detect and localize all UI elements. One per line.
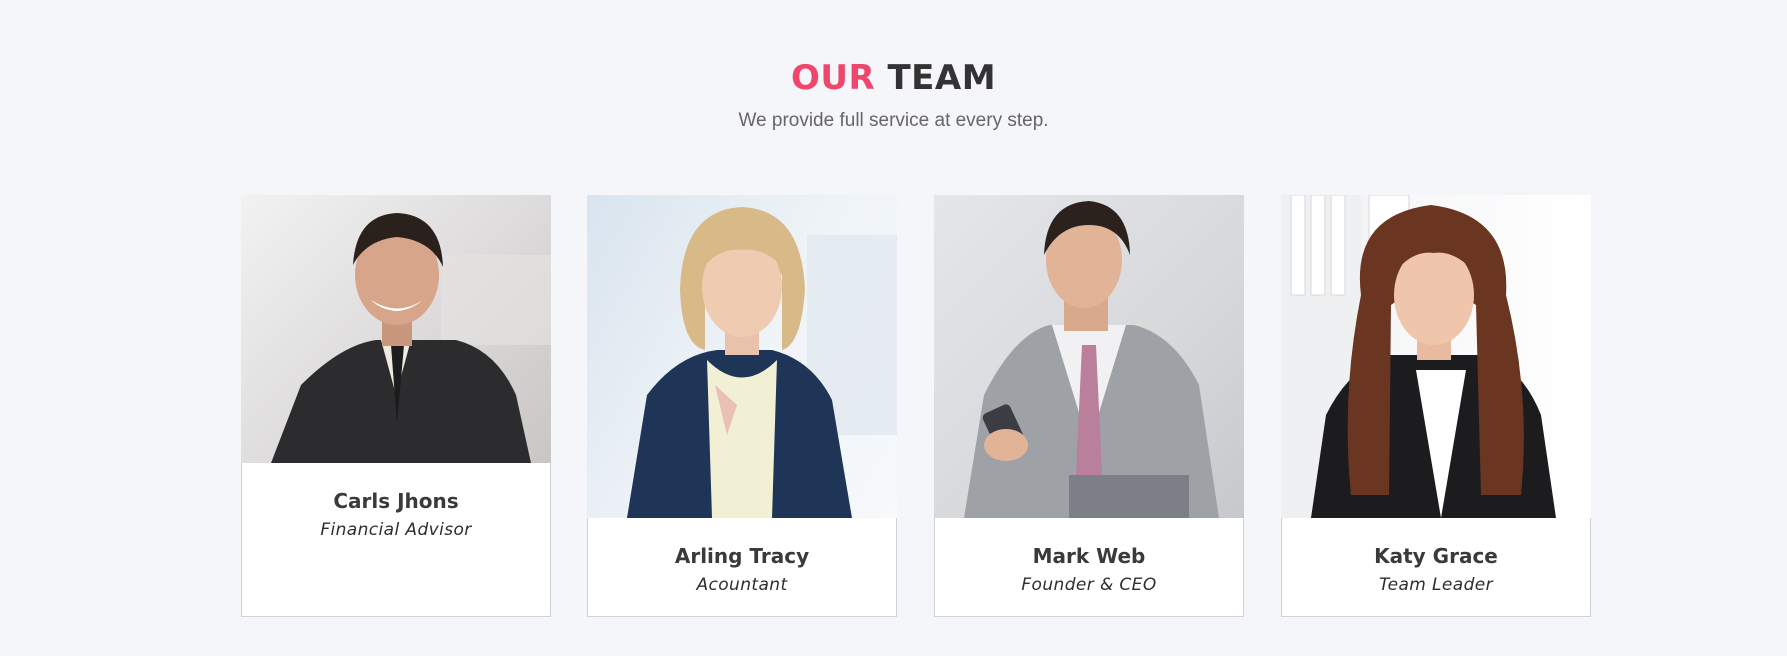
team-member-info: Katy Grace Team Leader [1282, 543, 1590, 597]
section-subtitle: We provide full service at every step. [738, 110, 1049, 131]
team-member-photo [934, 195, 1244, 518]
team-member-role: Acountant [696, 575, 788, 595]
team-member-photo [587, 195, 897, 518]
team-card[interactable]: Katy Grace Team Leader [1281, 195, 1591, 617]
woman-with-long-brown-hair-portrait [1281, 195, 1556, 518]
team-member-photo [1281, 195, 1591, 518]
team-member-info: Carls Jhons Financial Advisor [242, 488, 550, 542]
team-card[interactable]: Arling Tracy Acountant [587, 195, 897, 617]
team-card[interactable]: Mark Web Founder & CEO [934, 195, 1244, 617]
team-member-role: Founder & CEO [1021, 575, 1157, 595]
heading-main-word: TEAM [887, 58, 997, 98]
team-card[interactable]: Carls Jhons Financial Advisor [241, 195, 551, 617]
team-member-info: Arling Tracy Acountant [588, 543, 896, 597]
team-member-name: Mark Web [1032, 544, 1146, 568]
team-member-name: Katy Grace [1374, 544, 1498, 568]
team-member-photo [241, 195, 551, 463]
team-member-info: Mark Web Founder & CEO [935, 543, 1243, 597]
heading-accent-word: OUR [790, 58, 876, 98]
man-in-black-suit-portrait [271, 213, 551, 463]
man-in-grey-suit-with-phone-portrait [964, 201, 1219, 518]
our-team-section: OUR TEAM We provide full service at ever… [0, 0, 1787, 656]
team-member-role: Financial Advisor [320, 520, 472, 540]
woman-in-navy-blazer-portrait [627, 207, 897, 518]
team-member-name: Arling Tracy [674, 544, 810, 568]
team-member-name: Carls Jhons [333, 489, 459, 513]
section-heading: OUR TEAM [0, 56, 1787, 100]
team-member-role: Team Leader [1378, 575, 1494, 595]
